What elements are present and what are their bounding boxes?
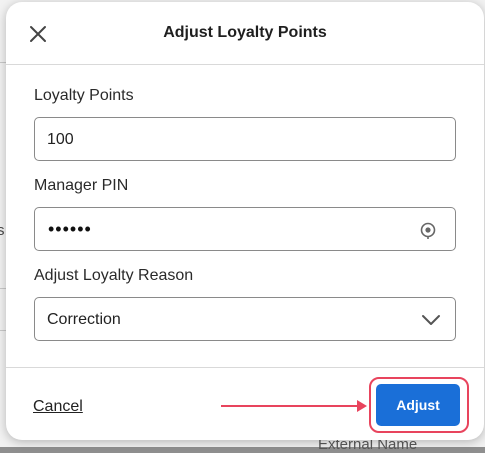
manager-pin-label: Manager PIN (34, 177, 129, 194)
chevron-down-icon (422, 315, 440, 325)
modal-body: Loyalty Points 100 Manager PIN •••••• Ad… (6, 87, 484, 341)
loyalty-points-value: 100 (47, 131, 74, 148)
adjust-button[interactable]: Adjust (376, 384, 460, 426)
background-edge-text: s (0, 222, 5, 239)
modal-header: Adjust Loyalty Points (6, 2, 484, 65)
cancel-button[interactable]: Cancel (33, 398, 83, 416)
annotation-arrow-icon (221, 400, 367, 412)
modal-title: Adjust Loyalty Points (163, 24, 327, 41)
loyalty-points-label: Loyalty Points (34, 87, 134, 104)
adjust-reason-select[interactable]: Correction (34, 297, 456, 341)
modal-footer: Cancel Adjust (6, 367, 484, 440)
adjust-loyalty-modal: Adjust Loyalty Points Loyalty Points 100… (6, 2, 484, 440)
adjust-reason-value: Correction (47, 311, 121, 328)
loyalty-points-input[interactable]: 100 (34, 117, 456, 161)
eye-icon[interactable] (419, 221, 437, 239)
adjust-reason-label: Adjust Loyalty Reason (34, 267, 194, 284)
manager-pin-value: •••••• (48, 219, 92, 239)
manager-pin-input[interactable]: •••••• (34, 207, 456, 251)
